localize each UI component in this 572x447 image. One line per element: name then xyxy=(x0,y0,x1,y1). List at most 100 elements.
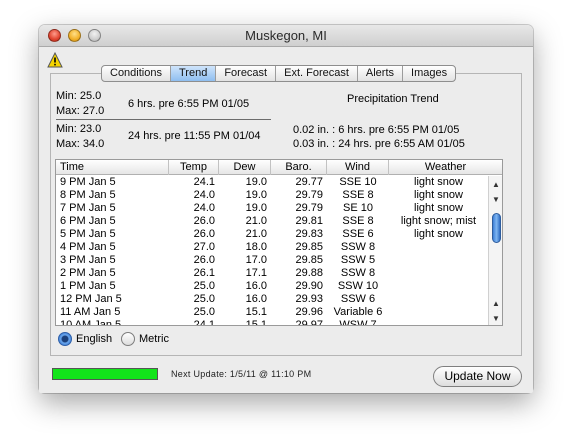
cell-time: 3 PM Jan 5 xyxy=(60,254,116,266)
cell-dew: 19.0 xyxy=(245,189,267,201)
tab-bar: Conditions Trend Forecast Ext. Forecast … xyxy=(101,65,457,82)
cell-weather xyxy=(389,306,488,319)
precip-24hr: 0.03 in. : 24 hrs. pre 6:55 AM 01/05 xyxy=(293,138,465,150)
cell-dew: 15.1 xyxy=(245,319,267,326)
cell-baro: 29.88 xyxy=(295,267,323,279)
window-title: Muskegon, MI xyxy=(245,28,327,43)
cell-time: 4 PM Jan 5 xyxy=(60,241,116,253)
max-6hr: Max: 27.0 xyxy=(56,105,105,117)
cell-baro: 29.79 xyxy=(295,189,323,201)
table-row[interactable]: 9 PM Jan 5 24.1 19.0 29.77 SSE 10 light snow xyxy=(56,176,488,189)
cell-dew: 17.1 xyxy=(245,267,267,279)
period-24hr: 24 hrs. pre 11:55 PM 01/04 xyxy=(128,130,261,142)
update-now-button[interactable]: Update Now xyxy=(433,366,522,387)
cell-weather: light snow xyxy=(414,228,463,240)
cell-dew: 21.0 xyxy=(245,215,267,227)
cell-dew: 19.0 xyxy=(245,176,267,188)
cell-baro: 29.90 xyxy=(295,280,323,292)
cell-time: 2 PM Jan 5 xyxy=(60,267,116,279)
cell-wind: SSE 6 xyxy=(342,228,374,240)
cell-baro: 29.93 xyxy=(295,293,323,305)
cell-weather xyxy=(389,293,488,306)
tab-ext-forecast[interactable]: Ext. Forecast xyxy=(276,66,358,81)
next-update-text: Next Update: 1/5/11 @ 11:10 PM xyxy=(171,369,312,379)
cell-time: 10 AM Jan 5 xyxy=(60,319,122,326)
table-row[interactable]: 1 PM Jan 5 25.0 16.0 29.90 SSW 10 xyxy=(56,280,488,293)
cell-baro: 29.83 xyxy=(295,228,323,240)
table-row[interactable]: 7 PM Jan 5 24.0 19.0 29.79 SE 10 light snow xyxy=(56,202,488,215)
scroll-up-icon[interactable]: ▲ xyxy=(489,297,502,310)
tab-images[interactable]: Images xyxy=(403,66,455,81)
cell-baro: 29.85 xyxy=(295,241,323,253)
table-row[interactable]: 8 PM Jan 5 24.0 19.0 29.79 SSE 8 light snow xyxy=(56,189,488,202)
min-24hr: Min: 23.0 xyxy=(56,123,102,135)
table-row[interactable]: 4 PM Jan 5 27.0 18.0 29.85 SSW 8 xyxy=(56,241,488,254)
cell-time: 12 PM Jan 5 xyxy=(60,293,122,305)
cell-temp: 26.0 xyxy=(193,254,215,266)
cell-time: 11 AM Jan 5 xyxy=(60,306,121,318)
table-row[interactable]: 2 PM Jan 5 26.1 17.1 29.88 SSW 8 xyxy=(56,267,488,280)
min-6hr: Min: 25.0 xyxy=(56,90,102,102)
cell-weather xyxy=(389,267,488,280)
metric-radio[interactable]: Metric xyxy=(121,332,169,346)
precip-6hr: 0.02 in. : 6 hrs. pre 6:55 PM 01/05 xyxy=(293,124,460,136)
english-radio[interactable]: English xyxy=(58,332,112,346)
max-24hr: Max: 34.0 xyxy=(56,138,105,150)
table-row[interactable]: 11 AM Jan 5 25.0 15.1 29.96 Variable 6 xyxy=(56,306,488,319)
trend-table[interactable]: Time Temp Dew Baro. Wind Weather 9 PM Ja… xyxy=(55,159,503,326)
cell-temp: 26.0 xyxy=(193,228,215,240)
table-row[interactable]: 10 AM Jan 5 24.1 15.1 29.97 WSW 7 xyxy=(56,319,488,326)
cell-time: 8 PM Jan 5 xyxy=(60,189,116,201)
english-label: English xyxy=(76,333,113,345)
warning-icon[interactable] xyxy=(47,52,63,68)
col-temp[interactable]: Temp xyxy=(169,160,219,175)
title-bar[interactable]: Muskegon, MI xyxy=(39,25,533,47)
table-row[interactable]: 3 PM Jan 5 26.0 17.0 29.85 SSW 5 xyxy=(56,254,488,267)
divider xyxy=(56,119,271,120)
col-weather[interactable]: Weather xyxy=(389,160,502,175)
col-baro[interactable]: Baro. xyxy=(271,160,327,175)
scroll-thumb[interactable] xyxy=(492,213,501,243)
tab-trend[interactable]: Trend xyxy=(170,66,217,81)
cell-weather xyxy=(389,254,488,267)
cell-wind: SSE 8 xyxy=(342,189,374,201)
cell-time: 9 PM Jan 5 xyxy=(60,176,116,188)
cell-temp: 26.1 xyxy=(193,267,215,279)
col-wind[interactable]: Wind xyxy=(327,160,389,175)
cell-temp: 24.1 xyxy=(193,319,215,326)
cell-wind: SSW 6 xyxy=(340,293,376,305)
cell-dew: 16.0 xyxy=(245,280,267,292)
app-window: Muskegon, MI Min: 25.0 Max: 27.0 6 hrs. … xyxy=(39,25,533,393)
table-row[interactable]: 12 PM Jan 5 25.0 16.0 29.93 SSW 6 xyxy=(56,293,488,306)
col-dew[interactable]: Dew xyxy=(219,160,271,175)
cell-dew: 15.1 xyxy=(245,306,267,318)
scroll-down-icon[interactable]: ▼ xyxy=(489,193,502,206)
tab-conditions[interactable]: Conditions xyxy=(102,66,171,81)
cell-temp: 27.0 xyxy=(193,241,215,253)
vertical-scrollbar[interactable]: ▲ ▼ ▲ ▼ xyxy=(488,176,502,325)
cell-baro: 29.96 xyxy=(295,306,323,318)
tab-forecast[interactable]: Forecast xyxy=(216,66,277,81)
scroll-up-icon[interactable]: ▲ xyxy=(489,178,502,191)
cell-dew: 17.0 xyxy=(245,254,267,266)
cell-weather: light snow xyxy=(414,189,463,201)
cell-baro: 29.85 xyxy=(295,254,323,266)
col-time[interactable]: Time xyxy=(56,160,169,175)
cell-time: 7 PM Jan 5 xyxy=(60,202,116,214)
cell-weather xyxy=(389,241,488,254)
scroll-down-icon[interactable]: ▼ xyxy=(489,312,502,325)
cell-temp: 24.0 xyxy=(193,202,215,214)
table-header: Time Temp Dew Baro. Wind Weather xyxy=(56,160,502,175)
table-row[interactable]: 6 PM Jan 5 26.0 21.0 29.81 SSE 8 light snow; … xyxy=(56,215,488,228)
table-row[interactable]: 5 PM Jan 5 26.0 21.0 29.83 SSE 6 light snow xyxy=(56,228,488,241)
cell-temp: 25.0 xyxy=(193,306,215,318)
cell-temp: 25.0 xyxy=(193,293,215,305)
table-rows: 9 PM Jan 5 24.1 19.0 29.77 SSE 10 light snow 8… xyxy=(56,176,488,326)
cell-wind: SSE 10 xyxy=(339,176,377,188)
cell-time: 5 PM Jan 5 xyxy=(60,228,116,240)
cell-wind: SSW 8 xyxy=(340,241,376,253)
tab-alerts[interactable]: Alerts xyxy=(358,66,404,81)
cell-wind: SSW 8 xyxy=(340,267,376,279)
cell-weather: light snow xyxy=(414,202,463,214)
cell-time: 6 PM Jan 5 xyxy=(60,215,116,227)
